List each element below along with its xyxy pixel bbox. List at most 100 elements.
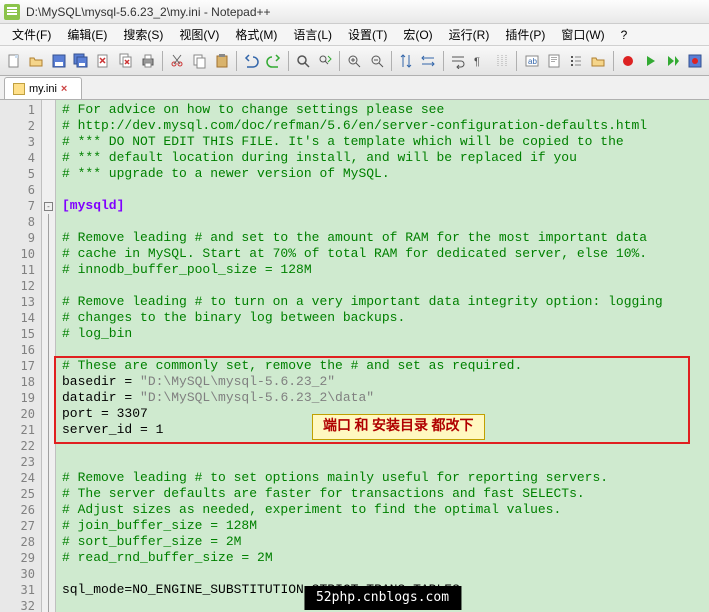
code-line[interactable]: # innodb_buffer_pool_size = 128M	[62, 262, 709, 278]
code-line[interactable]	[62, 566, 709, 582]
code-line[interactable]: # *** upgrade to a newer version of MySQ…	[62, 166, 709, 182]
line-number: 27	[0, 518, 41, 534]
zoom-out-button[interactable]	[367, 50, 387, 72]
code-line[interactable]: # For advice on how to change settings p…	[62, 102, 709, 118]
code-line[interactable]: # cache in MySQL. Start at 70% of total …	[62, 246, 709, 262]
wrap-button[interactable]	[447, 50, 467, 72]
code-line[interactable]	[62, 454, 709, 470]
toolbar: ¶ ab	[0, 46, 709, 76]
code-line[interactable]: # Adjust sizes as needed, experiment to …	[62, 502, 709, 518]
watermark: 52php.cnblogs.com	[304, 586, 461, 610]
fold-column: -	[42, 100, 56, 612]
func-list-button[interactable]	[566, 50, 586, 72]
save-all-button[interactable]	[71, 50, 91, 72]
line-number: 5	[0, 166, 41, 182]
line-number: 18	[0, 374, 41, 390]
code-line[interactable]: basedir = "D:\MySQL\mysql-5.6.23_2"	[62, 374, 709, 390]
copy-button[interactable]	[190, 50, 210, 72]
save-file-icon	[51, 53, 67, 69]
code-line[interactable]: # read_rnd_buffer_size = 2M	[62, 550, 709, 566]
line-number: 9	[0, 230, 41, 246]
replace-icon	[317, 53, 333, 69]
menu-item-5[interactable]: 语言(L)	[285, 24, 340, 45]
open-file-icon	[28, 53, 44, 69]
line-number: 15	[0, 326, 41, 342]
cut-button[interactable]	[167, 50, 187, 72]
paste-button[interactable]	[212, 50, 232, 72]
lang-button[interactable]: ab	[521, 50, 541, 72]
code-line[interactable]	[62, 214, 709, 230]
menu-item-11[interactable]: ?	[613, 26, 636, 44]
redo-button[interactable]	[263, 50, 283, 72]
toolbar-separator	[339, 51, 340, 71]
wrap-icon	[450, 53, 466, 69]
doc-map-button[interactable]	[544, 50, 564, 72]
macro-rec-button[interactable]	[618, 50, 638, 72]
macro-save-button[interactable]	[685, 50, 705, 72]
code-line[interactable]: [mysqld]	[62, 198, 709, 214]
folder-button[interactable]	[588, 50, 608, 72]
macro-replay-icon	[664, 53, 680, 69]
menu-item-9[interactable]: 插件(P)	[497, 24, 553, 45]
menu-item-2[interactable]: 搜索(S)	[115, 24, 171, 45]
copy-icon	[192, 53, 208, 69]
close-file-button[interactable]	[93, 50, 113, 72]
line-number: 24	[0, 470, 41, 486]
code-line[interactable]: # Remove leading # and set to the amount…	[62, 230, 709, 246]
code-line[interactable]: # log_bin	[62, 326, 709, 342]
editor[interactable]: 1234567891011121314151617181920212223242…	[0, 100, 709, 612]
code-line[interactable]: # *** DO NOT EDIT THIS FILE. It's a temp…	[62, 134, 709, 150]
all-chars-button[interactable]: ¶	[470, 50, 490, 72]
code-line[interactable]	[62, 342, 709, 358]
undo-button[interactable]	[241, 50, 261, 72]
code-line[interactable]: # *** default location during install, a…	[62, 150, 709, 166]
code-line[interactable]: # These are commonly set, remove the # a…	[62, 358, 709, 374]
code-line[interactable]: # Remove leading # to set options mainly…	[62, 470, 709, 486]
menu-item-4[interactable]: 格式(M)	[227, 24, 285, 45]
menu-item-1[interactable]: 编辑(E)	[59, 24, 115, 45]
menu-item-7[interactable]: 宏(O)	[395, 24, 440, 45]
zoom-in-icon	[346, 53, 362, 69]
code-line[interactable]: # join_buffer_size = 128M	[62, 518, 709, 534]
tab-myini[interactable]: my.ini ×	[4, 77, 82, 99]
code-line[interactable]: # changes to the binary log between back…	[62, 310, 709, 326]
code-line[interactable]: # The server defaults are faster for tra…	[62, 486, 709, 502]
fold-marker	[42, 374, 55, 390]
print-button[interactable]	[138, 50, 158, 72]
zoom-in-button[interactable]	[344, 50, 364, 72]
indent-guide-button[interactable]	[492, 50, 512, 72]
open-file-button[interactable]	[26, 50, 46, 72]
find-icon	[295, 53, 311, 69]
close-all-button[interactable]	[116, 50, 136, 72]
code-line[interactable]: # Remove leading # to turn on a very imp…	[62, 294, 709, 310]
fold-marker[interactable]: -	[42, 198, 55, 214]
code-line[interactable]	[62, 278, 709, 294]
line-number: 11	[0, 262, 41, 278]
code-line[interactable]: # sort_buffer_size = 2M	[62, 534, 709, 550]
code-line[interactable]	[62, 182, 709, 198]
annotation-callout: 端口 和 安装目录 都改下	[312, 414, 485, 440]
menu-item-3[interactable]: 视图(V)	[171, 24, 227, 45]
macro-replay-button[interactable]	[662, 50, 682, 72]
code-line[interactable]	[62, 438, 709, 454]
menu-item-8[interactable]: 运行(R)	[441, 24, 498, 45]
new-file-button[interactable]	[4, 50, 24, 72]
menu-item-6[interactable]: 设置(T)	[340, 24, 395, 45]
close-icon[interactable]: ×	[61, 83, 73, 95]
find-button[interactable]	[293, 50, 313, 72]
line-number: 17	[0, 358, 41, 374]
macro-play-button[interactable]	[640, 50, 660, 72]
line-number: 21	[0, 422, 41, 438]
code-line[interactable]: datadir = "D:\MySQL\mysql-5.6.23_2\data"	[62, 390, 709, 406]
sync-h-button[interactable]	[418, 50, 438, 72]
fold-marker	[42, 518, 55, 534]
sync-v-button[interactable]	[396, 50, 416, 72]
code-line[interactable]: # http://dev.mysql.com/doc/refman/5.6/en…	[62, 118, 709, 134]
save-file-button[interactable]	[49, 50, 69, 72]
fold-marker	[42, 358, 55, 374]
menu-item-10[interactable]: 窗口(W)	[553, 24, 612, 45]
replace-button[interactable]	[315, 50, 335, 72]
code-area[interactable]: # For advice on how to change settings p…	[56, 100, 709, 612]
fold-marker	[42, 326, 55, 342]
menu-item-0[interactable]: 文件(F)	[4, 24, 59, 45]
